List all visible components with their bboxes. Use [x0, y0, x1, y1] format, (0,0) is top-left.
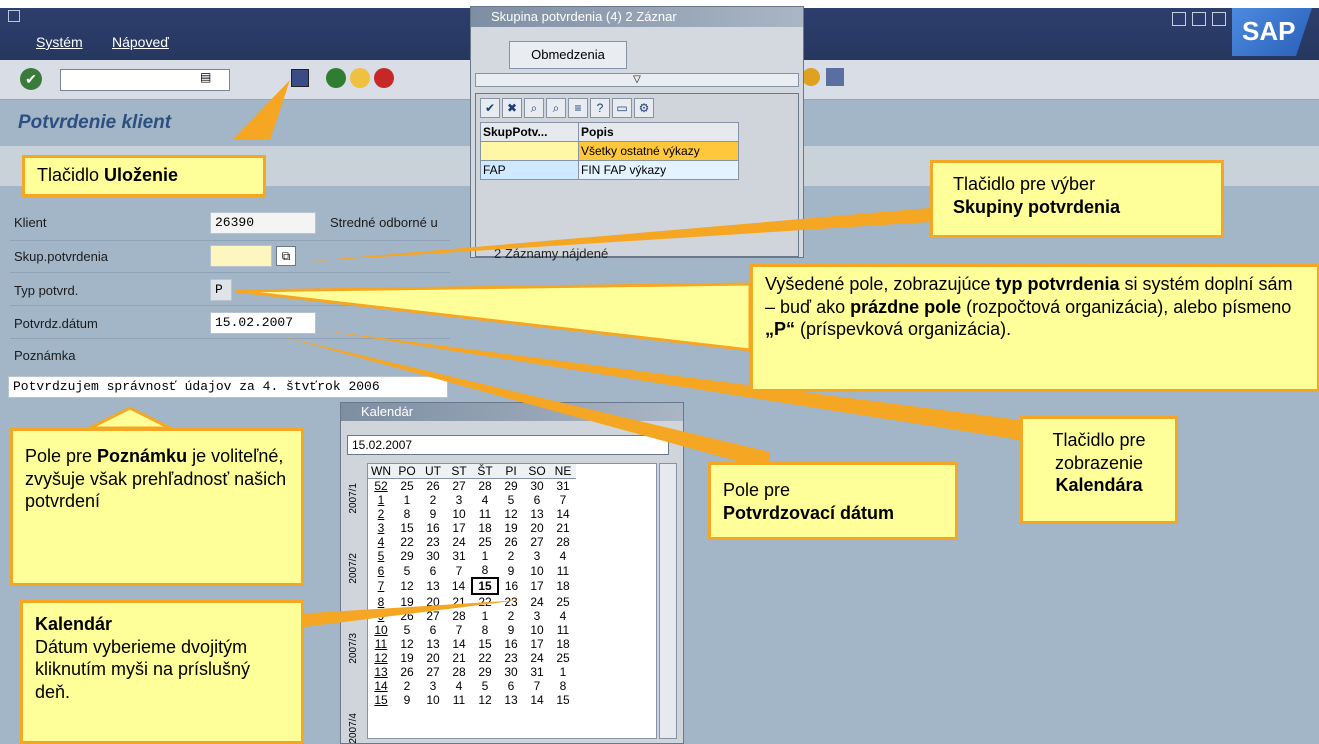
- arrow-save: [232, 80, 290, 140]
- callout-date-field: Pole pre Potvrdzovací dátum: [708, 462, 958, 540]
- callout-type: Vyšedené pole, zobrazujúce typ potvrdeni…: [750, 264, 1319, 392]
- callout-save: Tlačidlo Uloženie: [22, 155, 266, 197]
- callout-calendar: Kalendár Dátum vyberieme dvojitým kliknut…: [20, 600, 304, 744]
- arrow-group: [300, 208, 930, 262]
- arrow-type: [235, 282, 752, 352]
- callout-group: Tlačidlo pre výber Skupiny potvrdenia: [930, 160, 1224, 238]
- arrow-note: [89, 406, 171, 430]
- callout-note: Pole pre Poznámku je voliteľné, zvyšuje …: [10, 428, 304, 586]
- callout-calendar-button: Tlačidlo pre zobrazenie Kalendára: [1020, 416, 1178, 524]
- arrow-datefield: [280, 336, 770, 470]
